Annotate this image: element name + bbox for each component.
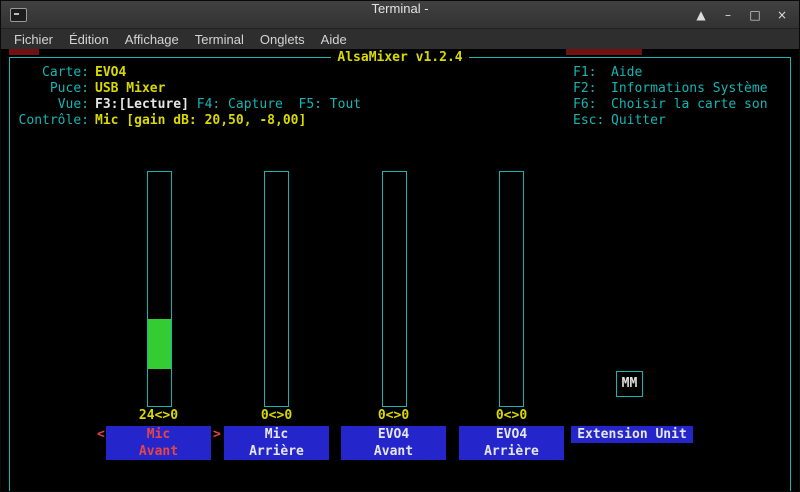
volume-bar-evo4-avant[interactable]: [382, 171, 407, 407]
volume-value-evo4-arriere: 0<>0: [495, 408, 528, 423]
mixer-border-right: [790, 57, 791, 491]
channel-label-mic-arriere[interactable]: Mic Arrière: [224, 426, 329, 460]
view-active-mode: F3:[Lecture]: [95, 97, 189, 112]
channel-name-line2: Avant: [373, 444, 414, 459]
channel-name-line1: Mic: [264, 427, 289, 442]
volume-value-evo4-avant: 0<>0: [377, 408, 410, 423]
menu-terminal[interactable]: Terminal: [187, 31, 252, 48]
chip-row: Puce: USB Mixer: [13, 81, 361, 97]
channel-label-mic-avant[interactable]: Mic Avant: [106, 426, 211, 460]
channel-name-line1: Mic: [146, 427, 171, 442]
chip-value: USB Mixer: [95, 81, 166, 96]
maximize-icon[interactable]: □: [748, 8, 762, 22]
terminal-screen[interactable]: AlsaMixer v1.2.4 Carte: EVO4 Puce: USB M…: [1, 49, 799, 491]
mixer-info-block: Carte: EVO4 Puce: USB Mixer Vue: F3:[Lec…: [13, 65, 362, 129]
menu-aide[interactable]: Aide: [313, 31, 355, 48]
border-line: [468, 57, 792, 58]
mute-indicator[interactable]: MM: [616, 371, 643, 397]
mixer-title: AlsaMixer v1.2.4: [337, 50, 463, 65]
help-key: Esc:: [573, 113, 605, 128]
minimize-icon[interactable]: –: [721, 8, 735, 22]
volume-bar-mic-avant[interactable]: [147, 171, 172, 407]
selection-marker-left: <: [97, 427, 105, 442]
border-line: [9, 57, 332, 58]
window-controls: ▲ – □ ×: [694, 1, 789, 29]
volume-value-mic-avant: 24<>0: [138, 408, 179, 423]
rollup-icon[interactable]: ▲: [694, 8, 708, 22]
window-title: Terminal -: [371, 1, 429, 16]
card-row: Carte: EVO4: [13, 65, 361, 81]
volume-bar-evo4-arriere[interactable]: [499, 171, 524, 407]
view-label: Vue:: [57, 97, 89, 112]
channel-name-line2: Arrière: [249, 444, 304, 459]
menubar: Fichier Édition Affichage Terminal Ongle…: [1, 29, 799, 49]
titlebar[interactable]: Terminal - ▲ – □ ×: [1, 1, 799, 29]
card-label: Carte:: [42, 65, 89, 80]
help-block: F1: Aide F2: Informations Système F6: Ch…: [573, 65, 768, 129]
channel-name-line1: Extension Unit: [577, 427, 687, 442]
menu-affichage[interactable]: Affichage: [117, 31, 187, 48]
mixer-border-top: AlsaMixer v1.2.4: [9, 50, 792, 65]
channel-label-evo4-avant[interactable]: EVO4 Avant: [341, 426, 446, 460]
help-row-f2: F2: Informations Système: [573, 81, 768, 97]
menu-edition[interactable]: Édition: [61, 31, 117, 48]
help-row-f6: F6: Choisir la carte son: [573, 97, 768, 113]
selection-marker-right: >: [213, 427, 221, 442]
view-other-modes: F4: Capture F5: Tout: [188, 97, 362, 112]
help-row-f1: F1: Aide: [573, 65, 768, 81]
terminal-window: Terminal - ▲ – □ × Fichier Édition Affic…: [0, 0, 800, 492]
help-row-esc: Esc: Quitter: [573, 113, 768, 129]
channel-label-evo4-arriere[interactable]: EVO4 Arrière: [459, 426, 564, 460]
volume-fill: [148, 319, 171, 369]
item-value: Mic [gain dB: 20,50, -8,00]: [95, 113, 307, 128]
close-icon[interactable]: ×: [775, 8, 789, 22]
menu-fichier[interactable]: Fichier: [6, 31, 61, 48]
channel-label-extension-unit[interactable]: Extension Unit: [571, 426, 693, 443]
menu-onglets[interactable]: Onglets: [252, 31, 313, 48]
help-text: Choisir la carte son: [611, 97, 768, 112]
volume-bar-mic-arriere[interactable]: [264, 171, 289, 407]
view-row: Vue: F3:[Lecture] F4: Capture F5: Tout: [13, 97, 361, 113]
help-text: Quitter: [611, 113, 666, 128]
item-row: Contrôle: Mic [gain dB: 20,50, -8,00]: [13, 113, 361, 129]
help-key: F6:: [573, 97, 597, 112]
channel-name-line2: Arrière: [484, 444, 539, 459]
help-key: F2:: [573, 81, 597, 96]
chip-label: Puce:: [49, 81, 89, 96]
channel-name-line1: EVO4: [495, 427, 528, 442]
item-label: Contrôle:: [18, 113, 89, 128]
help-key: F1:: [573, 65, 597, 80]
channel-name-line1: EVO4: [377, 427, 410, 442]
help-text: Aide: [611, 65, 643, 80]
mixer-border-left: [9, 57, 10, 491]
channel-name-line2: Avant: [138, 444, 179, 459]
volume-value-mic-arriere: 0<>0: [260, 408, 293, 423]
help-text: Informations Système: [611, 81, 768, 96]
card-value: EVO4: [95, 65, 127, 80]
